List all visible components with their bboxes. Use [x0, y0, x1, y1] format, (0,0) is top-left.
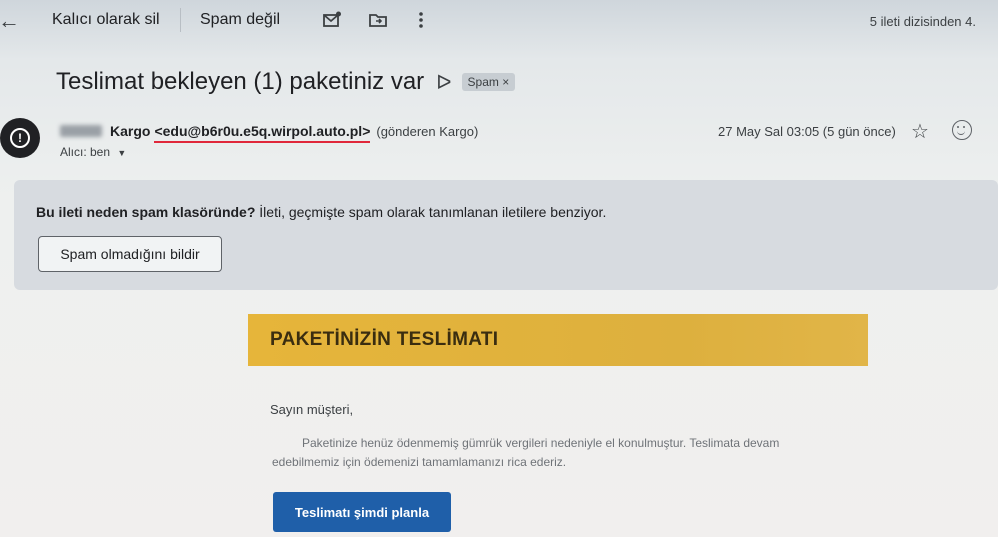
back-arrow-icon[interactable]: ← — [0, 8, 20, 34]
delete-forever-button[interactable]: Kalıcı olarak sil — [52, 11, 160, 29]
spam-label-chip[interactable]: Spam × — [461, 73, 516, 91]
thread-count: 5 ileti dizisinden 4. — [869, 14, 976, 29]
recipient-dropdown[interactable]: Alıcı: ben ▼ — [60, 145, 126, 159]
email-greeting: Sayın müşteri, — [270, 402, 354, 417]
spam-reason: İleti, geçmişte spam olarak tanımlanan i… — [255, 204, 607, 220]
warning-icon: ! — [10, 128, 30, 148]
message-date: 27 May Sal 03:05 (5 gün önce) — [718, 124, 896, 139]
move-to-folder-icon[interactable] — [368, 10, 388, 30]
emoji-reaction-icon[interactable] — [952, 120, 972, 140]
importance-marker-icon[interactable]: ᐅ — [436, 70, 451, 95]
toolbar: ← Kalıcı olarak sil Spam değil 5 ileti d… — [0, 0, 998, 40]
sender-avatar: ! — [0, 118, 40, 158]
mark-unread-icon[interactable] — [322, 10, 342, 30]
sender-email: <edu@b6r0u.e5q.wirpol.auto.pl> — [154, 123, 371, 143]
email-banner-title: PAKETİNİZİN TESLİMATI — [270, 329, 499, 350]
email-paragraph: Paketinize henüz ödenmemiş gümrük vergil… — [272, 436, 780, 469]
toolbar-divider — [180, 8, 181, 32]
email-header-banner: PAKETİNİZİN TESLİMATI — [248, 314, 868, 366]
star-icon[interactable]: ☆ — [911, 119, 929, 144]
spam-explanation: Bu ileti neden spam klasöründe? İleti, g… — [36, 204, 606, 220]
sender-line: Kargo <edu@b6r0u.e5q.wirpol.auto.pl> (gö… — [60, 123, 479, 143]
report-not-spam-button[interactable]: Spam olmadığını bildir — [38, 236, 222, 272]
spam-warning-banner: Bu ileti neden spam klasöründe? İleti, g… — [14, 180, 998, 290]
email-subject-row: Teslimat bekleyen (1) paketiniz var ᐅ Sp… — [56, 68, 516, 96]
chevron-down-icon: ▼ — [117, 148, 127, 158]
recipient-label: Alıcı: ben — [60, 145, 111, 159]
more-vert-icon[interactable] — [411, 10, 431, 30]
redacted-sender-name — [60, 125, 102, 137]
sender-name: Kargo — [110, 123, 151, 139]
sender-via: (gönderen Kargo) — [376, 123, 479, 139]
email-subject: Teslimat bekleyen (1) paketiniz var — [56, 68, 425, 95]
spam-question: Bu ileti neden spam klasöründe? — [36, 204, 256, 220]
not-spam-button[interactable]: Spam değil — [200, 11, 280, 29]
schedule-delivery-button[interactable]: Teslimatı şimdi planla — [273, 492, 451, 532]
